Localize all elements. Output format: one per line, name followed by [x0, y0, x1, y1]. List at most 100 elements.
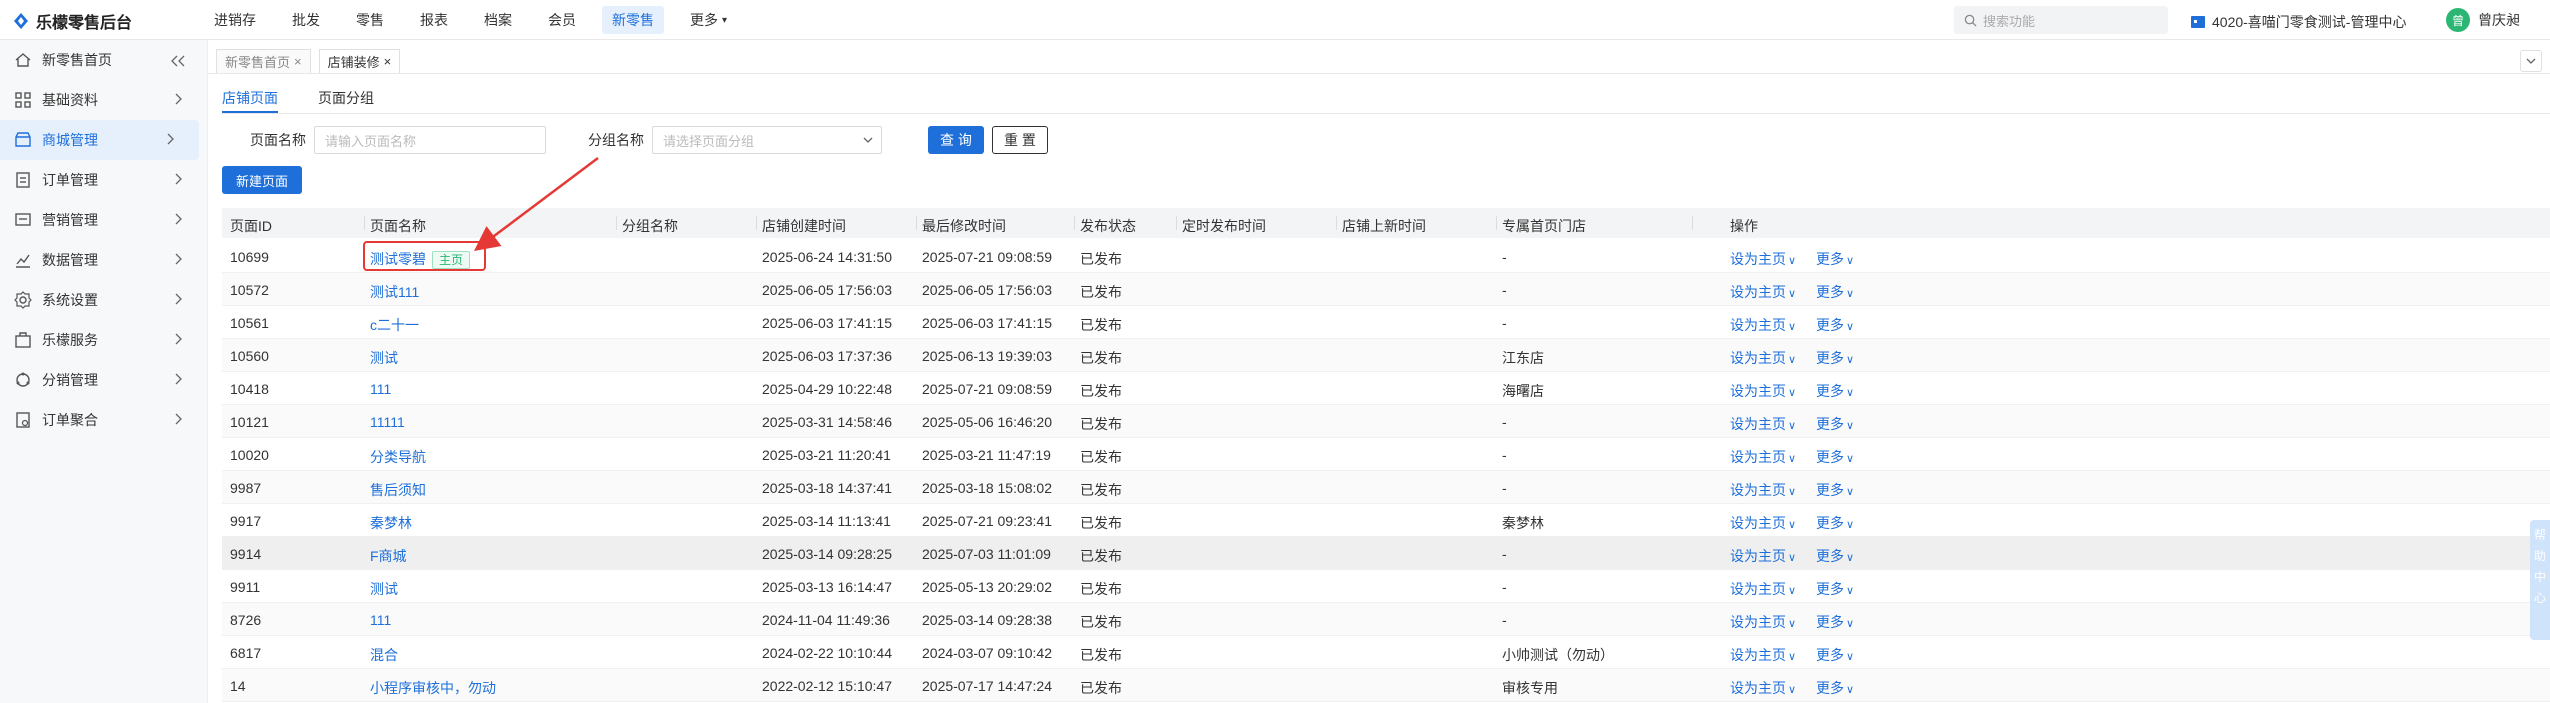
- user-menu[interactable]: 曾 曾庆昶: [2446, 8, 2520, 32]
- page-id: 9987: [230, 480, 262, 496]
- more-actions-button[interactable]: 更多 ∨: [1816, 612, 1854, 632]
- exclusive-store: -: [1502, 546, 1507, 562]
- column-divider: [616, 216, 617, 230]
- set-homepage-button[interactable]: 设为主页 ∨: [1730, 678, 1796, 698]
- set-homepage-button[interactable]: 设为主页 ∨: [1730, 645, 1796, 665]
- sidebar-item[interactable]: 基础资料: [0, 80, 207, 120]
- top-nav-item[interactable]: 会员: [538, 6, 586, 34]
- more-actions-button[interactable]: 更多 ∨: [1816, 513, 1854, 533]
- sidebar-item-label: 商城管理: [42, 132, 98, 148]
- table-row: 9917 秦梦林 2025-03-14 11:13:41 2025-07-21 09:…: [222, 504, 2550, 537]
- set-homepage-button[interactable]: 设为主页 ∨: [1730, 348, 1796, 368]
- tab-page-groups[interactable]: 页面分组: [318, 88, 374, 113]
- set-homepage-label: 设为主页: [1730, 317, 1786, 333]
- set-homepage-button[interactable]: 设为主页 ∨: [1730, 414, 1796, 434]
- more-actions-button[interactable]: 更多 ∨: [1816, 381, 1854, 401]
- top-nav-item[interactable]: 批发: [282, 6, 330, 34]
- set-homepage-button[interactable]: 设为主页 ∨: [1730, 480, 1796, 500]
- set-homepage-button[interactable]: 设为主页 ∨: [1730, 612, 1796, 632]
- set-homepage-button[interactable]: 设为主页 ∨: [1730, 546, 1796, 566]
- page-name-link[interactable]: 测试: [370, 581, 398, 597]
- page-name-cell: 分类导航: [370, 447, 426, 467]
- created-time: 2022-02-12 15:10:47: [762, 678, 892, 694]
- close-icon[interactable]: ×: [384, 54, 392, 69]
- page-name-link[interactable]: 111: [370, 381, 391, 397]
- tab-store-decoration[interactable]: 店铺装修 ×: [318, 48, 401, 73]
- gear-icon: [14, 291, 32, 309]
- more-actions-button[interactable]: 更多 ∨: [1816, 348, 1854, 368]
- set-homepage-button[interactable]: 设为主页 ∨: [1730, 315, 1796, 335]
- tab-store-pages[interactable]: 店铺页面: [222, 88, 278, 113]
- page-id: 14: [230, 678, 246, 694]
- set-homepage-button[interactable]: 设为主页 ∨: [1730, 447, 1796, 467]
- more-actions-button[interactable]: 更多 ∨: [1816, 645, 1854, 665]
- more-actions-button[interactable]: 更多 ∨: [1816, 315, 1854, 335]
- sidebar-item[interactable]: 营销管理: [0, 200, 207, 240]
- publish-status: 已发布: [1080, 614, 1122, 630]
- column-header: 操作: [1730, 218, 1758, 234]
- store-switcher[interactable]: 4020-喜喵门零食测试-管理中心: [2190, 12, 2406, 32]
- more-label: 更多: [1816, 350, 1844, 366]
- page-name-placeholder: 请输入页面名称: [325, 133, 417, 149]
- page-name-input[interactable]: 请输入页面名称: [314, 126, 546, 154]
- more-actions-button[interactable]: 更多 ∨: [1816, 249, 1854, 269]
- sidebar-item[interactable]: 订单聚合: [0, 400, 207, 440]
- page-name-link[interactable]: 小程序审核中，勿动: [370, 680, 496, 696]
- more-label: 更多: [1816, 482, 1844, 498]
- sidebar-item[interactable]: 商城管理: [0, 120, 199, 160]
- set-homepage-label: 设为主页: [1730, 416, 1786, 432]
- column-divider: [1692, 216, 1693, 230]
- app-logo[interactable]: 乐檬零售后台: [12, 9, 132, 33]
- page-name-link[interactable]: 秦梦林: [370, 515, 412, 531]
- top-nav-item[interactable]: 更多 ▾: [680, 6, 737, 34]
- more-actions-button[interactable]: 更多 ∨: [1816, 282, 1854, 302]
- page-name-link[interactable]: F商城: [370, 548, 407, 564]
- more-actions-button[interactable]: 更多 ∨: [1816, 447, 1854, 467]
- sidebar-item[interactable]: 分销管理: [0, 360, 207, 400]
- sidebar-item[interactable]: 系统设置: [0, 280, 207, 320]
- search-box[interactable]: 搜索功能: [1954, 6, 2168, 34]
- more-actions-button[interactable]: 更多 ∨: [1816, 546, 1854, 566]
- query-button[interactable]: 查 询: [928, 126, 984, 154]
- page-name-link[interactable]: 混合: [370, 647, 398, 663]
- set-homepage-button[interactable]: 设为主页 ∨: [1730, 513, 1796, 533]
- more-actions-button[interactable]: 更多 ∨: [1816, 414, 1854, 434]
- close-icon[interactable]: ×: [294, 54, 302, 69]
- set-homepage-button[interactable]: 设为主页 ∨: [1730, 249, 1796, 269]
- store-name: 4020-喜喵门零食测试-管理中心: [2212, 14, 2407, 30]
- tabs-dropdown-button[interactable]: [2520, 50, 2542, 72]
- top-nav-item[interactable]: 进销存: [204, 6, 266, 34]
- more-actions-button[interactable]: 更多 ∨: [1816, 678, 1854, 698]
- page-name-link[interactable]: 测试: [370, 350, 398, 366]
- store-icon: [14, 131, 32, 149]
- page-name-link[interactable]: 分类导航: [370, 449, 426, 465]
- top-bar: 乐檬零售后台 进销存 批发 零售 报表 档案 会员 新零售 更多 ▾ 搜索功能 4020-喜喵门…: [0, 0, 2550, 40]
- page-name-link[interactable]: 测试111: [370, 284, 419, 300]
- new-page-button[interactable]: 新建页面: [222, 166, 302, 194]
- tab-new-retail-home[interactable]: 新零售首页 ×: [216, 48, 311, 73]
- sidebar-item[interactable]: 数据管理: [0, 240, 207, 280]
- more-actions-button[interactable]: 更多 ∨: [1816, 480, 1854, 500]
- more-actions-button[interactable]: 更多 ∨: [1816, 579, 1854, 599]
- sidebar-item[interactable]: 新零售首页: [0, 40, 207, 80]
- set-homepage-button[interactable]: 设为主页 ∨: [1730, 282, 1796, 302]
- help-center-tab[interactable]: 帮助中心: [2530, 520, 2550, 640]
- page-name-link[interactable]: c二十一: [370, 317, 419, 333]
- top-nav-item[interactable]: 档案: [474, 6, 522, 34]
- sidebar-item[interactable]: 乐檬服务: [0, 320, 207, 360]
- search-input[interactable]: 搜索功能: [1983, 11, 2035, 30]
- top-nav-item[interactable]: 新零售: [602, 6, 664, 34]
- page-name-link[interactable]: 111: [370, 612, 391, 628]
- page-name-filter: 页面名称 请输入页面名称: [250, 126, 546, 154]
- sidebar-item[interactable]: 订单管理: [0, 160, 207, 200]
- top-nav-item[interactable]: 零售: [346, 6, 394, 34]
- set-homepage-button[interactable]: 设为主页 ∨: [1730, 381, 1796, 401]
- page-id: 6817: [230, 645, 262, 661]
- collapse-sidebar-icon[interactable]: [171, 54, 185, 70]
- page-name-link[interactable]: 售后须知: [370, 482, 426, 498]
- reset-button[interactable]: 重 置: [992, 126, 1048, 154]
- set-homepage-button[interactable]: 设为主页 ∨: [1730, 579, 1796, 599]
- top-nav-item[interactable]: 报表: [410, 6, 458, 34]
- group-select[interactable]: 请选择页面分组: [652, 126, 882, 154]
- page-name-link[interactable]: 11111: [370, 414, 405, 430]
